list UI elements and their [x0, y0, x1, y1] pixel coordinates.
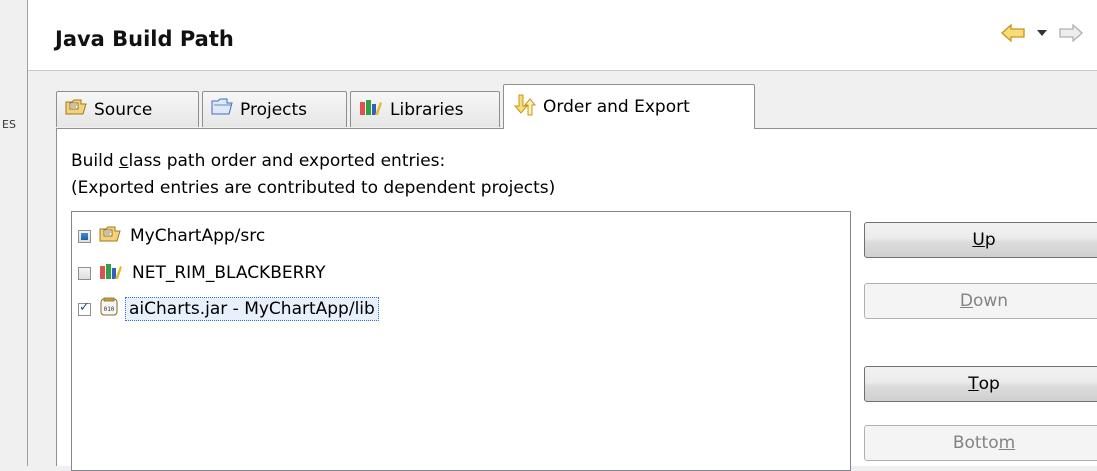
list-item[interactable]: 010 aiCharts.jar - MyChartApp/lib: [78, 296, 379, 322]
tab-projects-label: Projects: [240, 99, 308, 120]
entry-label: MyChartApp/src: [130, 226, 266, 246]
bottom-mnemonic: m: [998, 433, 1016, 453]
tab-source[interactable]: Source: [56, 91, 199, 127]
entry-checkbox[interactable]: [78, 266, 91, 280]
jar-icon: 010: [99, 297, 119, 322]
top-mnemonic: T: [968, 374, 979, 394]
entry-checkbox[interactable]: [78, 300, 91, 316]
description-prefix: Build: [71, 151, 120, 171]
top-rest: op: [978, 374, 1000, 394]
tab-projects[interactable]: Projects: [202, 91, 347, 127]
up-mnemonic: U: [972, 230, 985, 250]
history-dropdown-icon[interactable]: [1037, 29, 1047, 37]
tab-source-label: Source: [94, 99, 153, 120]
order-export-panel: Build class path order and exported entr…: [56, 128, 1097, 471]
description-line-1: Build class path order and exported entr…: [71, 151, 445, 171]
down-rest: own: [973, 291, 1009, 311]
down-mnemonic: D: [959, 291, 973, 311]
entry-label: aiCharts.jar - MyChartApp/lib: [125, 297, 379, 321]
tab-order-export[interactable]: Order and Export: [503, 84, 755, 129]
projects-folder-icon: [211, 98, 233, 121]
order-export-icon: [512, 94, 537, 121]
list-item[interactable]: MyChartApp/src: [78, 223, 268, 249]
library-icon: [99, 262, 123, 285]
page-header: Java Build Path: [28, 0, 1097, 71]
up-rest: p: [984, 230, 996, 250]
source-folder-icon: [99, 225, 121, 248]
history-nav: [1001, 24, 1083, 42]
top-button[interactable]: Top: [864, 366, 1097, 402]
up-button[interactable]: Up: [864, 222, 1097, 258]
source-folder-icon: [65, 98, 87, 121]
entry-checkbox[interactable]: [78, 229, 91, 243]
tab-order-export-label: Order and Export: [543, 97, 690, 117]
tab-libraries-label: Libraries: [390, 99, 464, 120]
forward-arrow-icon[interactable]: [1059, 24, 1083, 42]
tab-libraries[interactable]: Libraries: [350, 91, 500, 127]
bottom-prefix: Botto: [952, 433, 999, 453]
svg-text:010: 010: [104, 306, 115, 313]
page-title: Java Build Path: [55, 27, 234, 51]
back-arrow-icon[interactable]: [1001, 24, 1025, 42]
libraries-icon: [359, 98, 383, 121]
bottom-button[interactable]: Botto m: [864, 425, 1097, 461]
list-item[interactable]: NET_RIM_BLACKBERRY: [78, 260, 329, 286]
truncated-label: ES: [2, 118, 16, 131]
description-line-2: (Exported entries are contributed to dep…: [71, 178, 556, 198]
description-rest: lass path order and exported entries:: [128, 151, 446, 171]
left-strip: ES: [0, 0, 27, 466]
down-button[interactable]: Down: [864, 283, 1097, 319]
entry-label: NET_RIM_BLACKBERRY: [132, 263, 326, 283]
classpath-entries-list[interactable]: MyChartApp/src NET_RIM_BLACKBERRY 010 ai…: [71, 211, 851, 471]
